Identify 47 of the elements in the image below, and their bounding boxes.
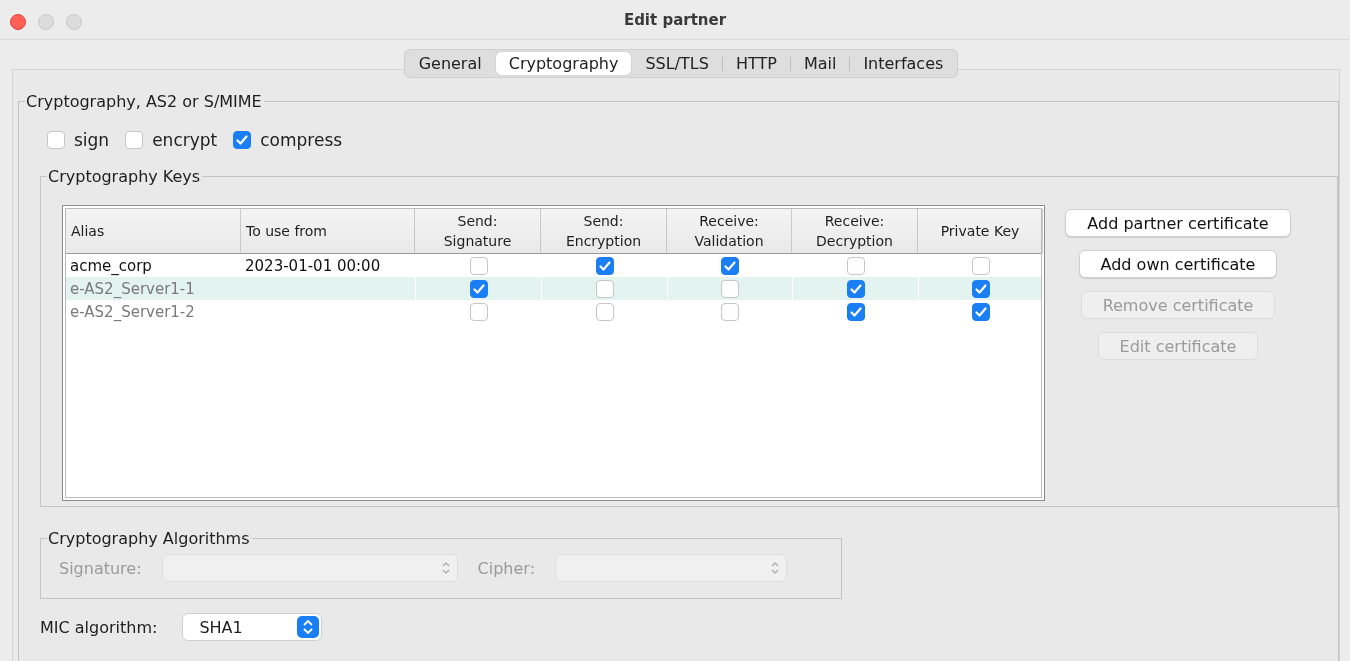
tab[interactable]: SSL/TLS bbox=[632, 52, 722, 75]
close-button[interactable] bbox=[10, 14, 26, 30]
column-header[interactable]: To use from bbox=[246, 221, 327, 241]
group-title: Cryptography, AS2 or S/MIME bbox=[26, 92, 262, 111]
chevron-icon bbox=[440, 560, 451, 576]
tab[interactable]: Cryptography bbox=[495, 52, 632, 75]
certificate-button[interactable]: Add partner certificate bbox=[1065, 209, 1291, 237]
certificate-button[interactable]: Add own certificate bbox=[1078, 250, 1278, 278]
checkbox-label[interactable]: compress bbox=[260, 130, 343, 150]
column-header[interactable]: Receive: Decryption bbox=[808, 211, 901, 251]
tab[interactable]: Interfaces bbox=[850, 52, 957, 75]
column-header[interactable]: Send: Encryption bbox=[557, 211, 650, 251]
checkbox[interactable] bbox=[972, 256, 990, 275]
window-title: Edit partner bbox=[623, 11, 727, 29]
column-header[interactable]: Send: Signature bbox=[431, 211, 524, 251]
column-header[interactable]: Private Key bbox=[940, 221, 1020, 241]
group-title: Cryptography Keys bbox=[48, 167, 201, 186]
checkbox-label[interactable]: encrypt bbox=[152, 130, 218, 150]
tab[interactable]: HTTP bbox=[722, 52, 790, 75]
checkbox[interactable] bbox=[595, 256, 614, 275]
checkbox-label[interactable]: sign bbox=[74, 130, 110, 150]
tab[interactable]: General bbox=[405, 52, 495, 75]
group-title: Cryptography Algorithms bbox=[48, 529, 250, 548]
checkbox[interactable] bbox=[846, 256, 865, 275]
table-cell-text: e-AS2_Server1-2 bbox=[69, 303, 196, 321]
dropdown[interactable]: SHA1 bbox=[182, 613, 323, 641]
checkbox[interactable] bbox=[125, 131, 144, 149]
field-label: MIC algorithm: bbox=[40, 617, 158, 637]
dropdown[interactable] bbox=[555, 554, 788, 582]
table-cell-text: 2023-01-01 00:00 bbox=[244, 257, 382, 275]
column-header[interactable]: Receive: Validation bbox=[683, 211, 775, 251]
field-label: Signature: bbox=[59, 558, 142, 578]
column-header[interactable]: Alias bbox=[71, 221, 105, 241]
dropdown[interactable] bbox=[161, 554, 458, 582]
checkbox[interactable] bbox=[47, 131, 65, 149]
zoom-button[interactable] bbox=[66, 14, 82, 30]
field-label: Cipher: bbox=[477, 558, 536, 578]
table-cell-text: e-AS2_Server1-1 bbox=[69, 280, 196, 298]
checkbox[interactable] bbox=[233, 131, 252, 149]
table-row[interactable]: acme_corp 2023-01-01 00:00 bbox=[66, 254, 1041, 277]
chevron-icon bbox=[297, 616, 320, 638]
checkbox[interactable] bbox=[721, 256, 739, 275]
tab[interactable]: Mail bbox=[790, 52, 850, 75]
checkbox[interactable] bbox=[469, 256, 488, 275]
chevron-icon bbox=[770, 560, 781, 576]
minimize-button[interactable] bbox=[38, 14, 54, 30]
table-cell-text: acme_corp bbox=[69, 257, 153, 275]
